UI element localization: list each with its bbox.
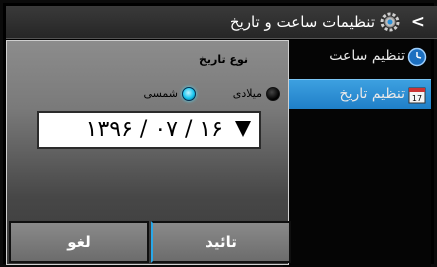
svg-text:17: 17 <box>412 94 422 103</box>
radio-miladi[interactable]: میلادی <box>220 86 280 102</box>
date-dropdown[interactable]: ۱۳۹۶ / ۰۷ / ۱۶ <box>37 111 261 149</box>
title-bar: تنظیمات ساعت و تاریخ < <box>6 6 437 39</box>
menu-item-time[interactable]: تنظیم ساعت <box>283 42 431 72</box>
chevron-left-icon: < <box>410 12 425 32</box>
radio-selected-icon <box>182 87 196 101</box>
radio-label: میلادی <box>232 87 262 100</box>
menu-item-label: تنظیم تاریخ <box>339 86 405 102</box>
date-type-label: نوع تاریخ <box>198 53 248 66</box>
radio-label: شمسی <box>143 87 178 100</box>
screen: تنظیمات ساعت و تاریخ < تنظیم ساعت 17 تنظ… <box>0 0 437 267</box>
radio-unselected-icon <box>266 87 280 101</box>
date-value: ۱۳۹۶ / ۰۷ / ۱۶ <box>85 117 223 142</box>
date-dialog: نوع تاریخ میلادی شمسی ۱۳۹۶ / ۰۷ / ۱۶ لغو… <box>6 40 291 265</box>
confirm-button[interactable]: تائید <box>151 221 291 263</box>
radio-shamsi[interactable]: شمسی <box>132 86 196 102</box>
dropdown-arrow-icon <box>235 121 251 137</box>
settings-menu: تنظیم ساعت 17 تنظیم تاریخ <box>283 40 431 267</box>
clock-icon <box>407 47 427 67</box>
back-button[interactable]: < <box>411 12 425 32</box>
gear-icon <box>379 11 401 33</box>
page-title: تنظیمات ساعت و تاریخ <box>229 13 375 31</box>
calendar-icon: 17 <box>407 85 427 105</box>
cancel-button[interactable]: لغو <box>9 221 149 263</box>
menu-item-date[interactable]: 17 تنظیم تاریخ <box>283 79 431 109</box>
menu-item-label: تنظیم ساعت <box>329 48 405 64</box>
